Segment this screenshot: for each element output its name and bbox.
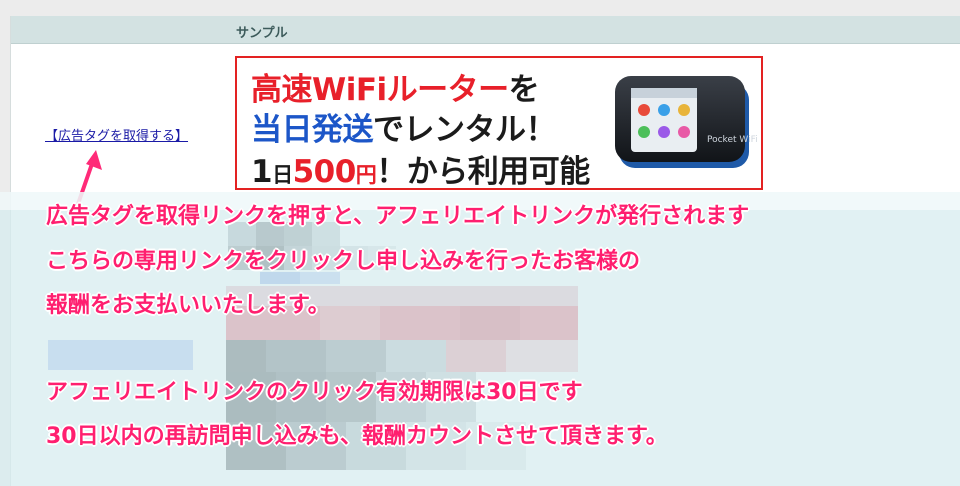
annotation-line-3: 報酬をお支払いいたします。 <box>46 293 330 318</box>
annotation-line-1: 広告タグを取得リンクを押すと、アフェリエイトリンクが発行されます <box>46 204 750 229</box>
banner-available: ！から利用可能 <box>376 154 590 190</box>
banner-line-2: 当日発送でレンタル！ <box>251 104 557 149</box>
banner-price: 500 <box>292 154 357 190</box>
wifi-rental-banner[interactable]: 高速WiFiルーターを 当日発送でレンタル！ 1日500円！から利用可能 Poc… <box>235 56 763 190</box>
banner-same-day: 当日発送 <box>251 112 374 148</box>
banner-particle: を <box>508 72 540 108</box>
banner-headline: 高速WiFiルーター <box>251 72 509 108</box>
banner-day-count: 1 <box>251 154 273 190</box>
banner-line-1: 高速WiFiルーターを <box>251 64 540 109</box>
annotation-line-5: 30日以内の再訪問申し込みも、報酬カウントさせて頂きます。 <box>46 424 668 449</box>
screenshot-page: サンプル 【広告タグを取得する】 高速WiFiルーターを 当日発送でレンタル！ … <box>0 0 960 486</box>
annotation-line-2: こちらの専用リンクをクリックし申し込みを行ったお客様の <box>46 249 641 274</box>
banner-rental: でレンタル！ <box>373 112 557 148</box>
banner-yen: 円 <box>355 163 377 187</box>
pocket-wifi-router-image: Pocket WiFi <box>615 76 757 168</box>
panel-header: サンプル <box>11 16 960 44</box>
router-brand: Pocket WiFi <box>707 135 757 145</box>
get-ad-tag-link[interactable]: 【広告タグを取得する】 <box>45 125 188 144</box>
annotation-line-4: アフェリエイトリンクのクリック有効期限は30日です <box>46 380 583 405</box>
banner-line-3: 1日500円！から利用可能 <box>251 146 590 190</box>
panel-title: サンプル <box>236 26 288 41</box>
banner-day-unit: 日 <box>272 163 293 187</box>
